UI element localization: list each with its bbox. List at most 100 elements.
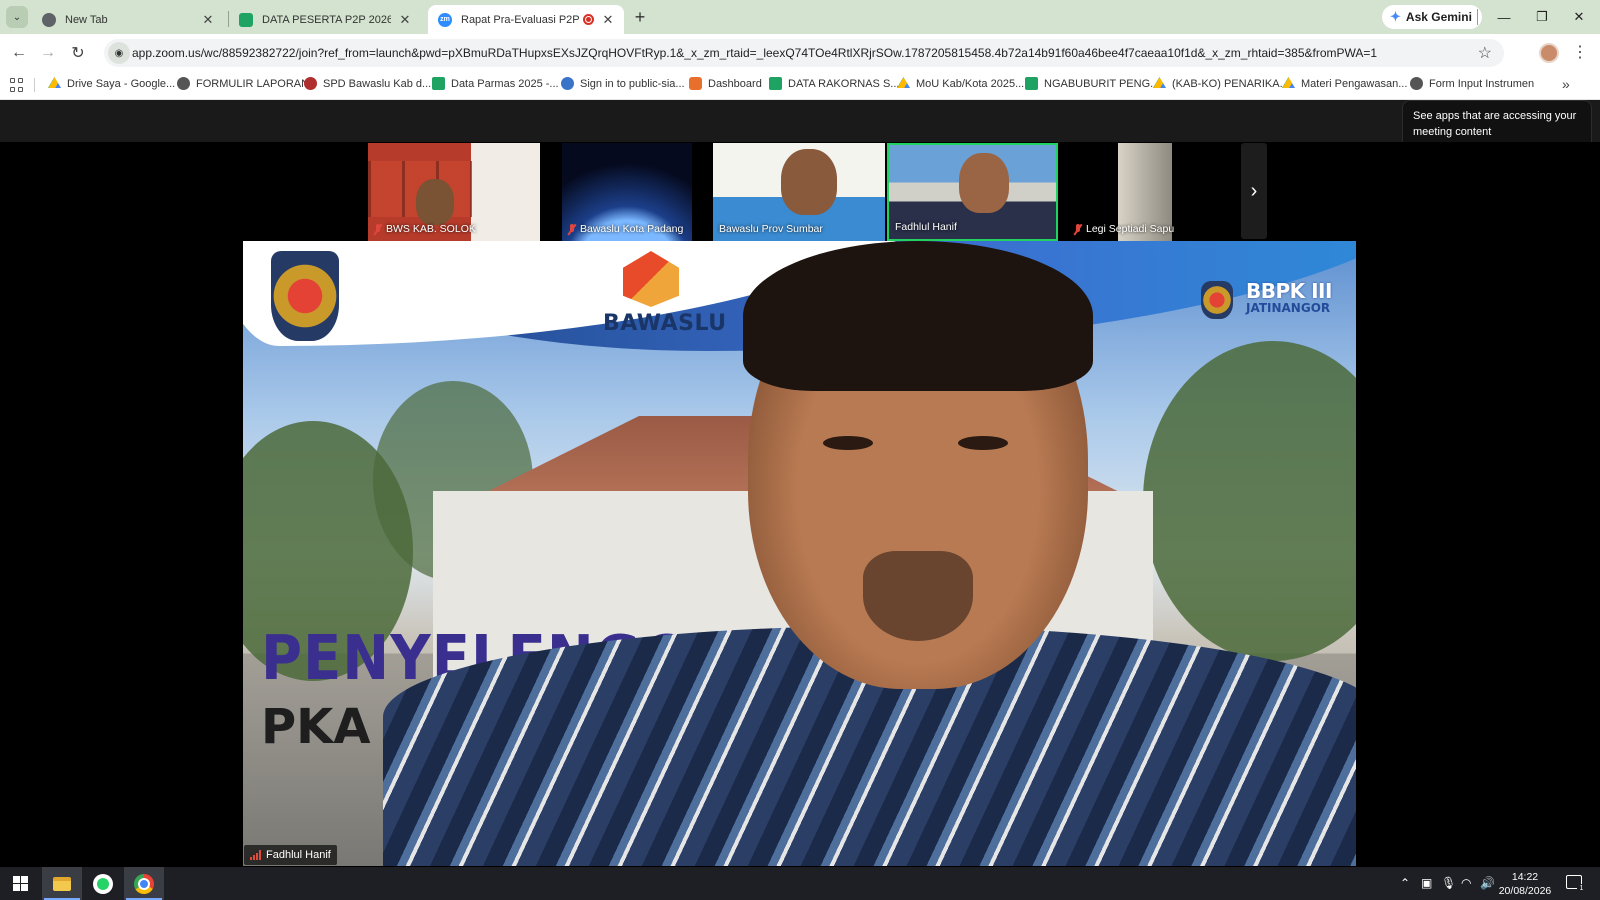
speaker-name-label: Fadhlul Hanif bbox=[266, 849, 331, 861]
forward-button[interactable]: → bbox=[36, 41, 60, 65]
file-explorer-button[interactable] bbox=[42, 867, 82, 900]
zoom-icon: zm bbox=[438, 12, 452, 27]
emblem-icon bbox=[1201, 281, 1233, 319]
chevron-right-icon: › bbox=[1250, 179, 1258, 202]
bookmark-item[interactable]: Sign in to public-sia... bbox=[561, 77, 685, 90]
apps-grid-icon[interactable] bbox=[10, 78, 24, 92]
bookmark-label: Sign in to public-sia... bbox=[580, 77, 685, 90]
site-icon bbox=[561, 77, 574, 90]
participant-tile[interactable]: BWS KAB. SOLOK bbox=[368, 143, 540, 241]
bookmark-item[interactable]: Drive Saya - Google... bbox=[48, 77, 175, 90]
bawaslu-logo-text: BAWASLU bbox=[603, 311, 727, 336]
close-icon[interactable]: ✕ bbox=[397, 12, 413, 28]
signal-strength-icon bbox=[250, 850, 261, 860]
browser-menu-icon[interactable]: ⋮ bbox=[1572, 42, 1588, 62]
participant-tile-active-speaker[interactable]: Fadhlul Hanif bbox=[887, 143, 1058, 241]
close-icon[interactable]: ✕ bbox=[600, 12, 616, 28]
profile-avatar[interactable] bbox=[1539, 43, 1559, 63]
bookmark-item[interactable]: DATA RAKORNAS S... bbox=[769, 77, 899, 90]
bookmark-label: Materi Pengawasan... bbox=[1301, 77, 1408, 90]
new-tab-button[interactable]: + bbox=[630, 7, 650, 27]
back-button[interactable]: ← bbox=[7, 41, 31, 65]
bookmark-label: FORMULIR LAPORAN bbox=[196, 77, 310, 90]
bookmark-star-icon[interactable]: ☆ bbox=[1478, 43, 1492, 63]
speaker-beard bbox=[863, 551, 973, 641]
chevron-down-icon: ⌄ bbox=[12, 11, 22, 23]
recording-indicator-icon bbox=[583, 14, 594, 25]
clock-date: 20/08/2026 bbox=[1498, 885, 1552, 897]
restore-button[interactable]: ❐ bbox=[1528, 6, 1556, 28]
garuda-emblem-icon bbox=[271, 251, 339, 341]
participant-name: Bawaslu Kota Padang bbox=[568, 223, 683, 235]
bookmark-item[interactable]: (KAB-KO) PENARIKA... bbox=[1153, 77, 1289, 90]
google-sheets-icon bbox=[769, 77, 782, 90]
globe-icon bbox=[1410, 77, 1423, 90]
chrome-icon bbox=[134, 873, 154, 894]
window-close-button[interactable]: ✕ bbox=[1565, 6, 1593, 28]
tab-search-button[interactable]: ⌄ bbox=[6, 6, 28, 28]
bookmark-item[interactable]: NGABUBURIT PENG... bbox=[1025, 77, 1159, 90]
tab-new-tab[interactable]: New Tab ✕ bbox=[32, 5, 224, 34]
bookmark-item[interactable]: Data Parmas 2025 -... bbox=[432, 77, 559, 90]
bookmark-label: Form Input Instrumen bbox=[1429, 77, 1535, 90]
arrow-left-icon: ← bbox=[11, 44, 27, 61]
tab-title: Rapat Pra-Evaluasi P2P Sum bbox=[461, 13, 579, 26]
close-icon[interactable]: ✕ bbox=[200, 12, 216, 28]
gallery-next-button[interactable]: › bbox=[1241, 143, 1267, 239]
url-text[interactable]: app.zoom.us/wc/88592382722/join?ref_from… bbox=[132, 46, 1452, 60]
wifi-icon[interactable]: ◠ bbox=[1461, 876, 1471, 890]
participant-tile[interactable]: Bawaslu Prov Sumbar bbox=[713, 143, 885, 241]
bookmark-label: Data Parmas 2025 -... bbox=[451, 77, 559, 90]
bookmark-item[interactable]: Form Input Instrumen bbox=[1410, 77, 1534, 90]
participant-tile[interactable]: Bawaslu Kota Padang bbox=[562, 143, 692, 241]
windows-taskbar: ⌃ ▣ 🎙 ◠ 🔊 14:22 20/08/2026 1 bbox=[0, 867, 1600, 900]
browser-toolbar: ← → ↻ ◉ app.zoom.us/wc/88592382722/join?… bbox=[0, 34, 1600, 70]
bookmark-label: MoU Kab/Kota 2025... bbox=[916, 77, 1025, 90]
bookmark-item[interactable]: MoU Kab/Kota 2025... bbox=[897, 77, 1024, 90]
bookmark-item[interactable]: FORMULIR LAPORAN bbox=[177, 77, 309, 90]
ask-gemini-button[interactable]: ✦ Ask Gemini bbox=[1382, 5, 1482, 29]
reload-icon: ↻ bbox=[71, 45, 85, 62]
address-bar[interactable]: ◉ app.zoom.us/wc/88592382722/join?ref_fr… bbox=[104, 39, 1504, 67]
gemini-sparkle-icon: ✦ bbox=[1390, 9, 1401, 24]
bookmark-item[interactable]: Dashboard bbox=[689, 77, 762, 90]
bookmark-label: Dashboard bbox=[708, 77, 762, 90]
microphone-icon[interactable]: 🎙 bbox=[1441, 876, 1456, 890]
active-speaker-name: Fadhlul Hanif bbox=[244, 845, 337, 865]
bookmark-item[interactable]: Materi Pengawasan... bbox=[1282, 77, 1407, 90]
chrome-taskbar-button[interactable] bbox=[124, 867, 164, 900]
active-speaker-video: BAWASLU BBPK III JATINANGOR PENYELENGGAR… bbox=[243, 241, 1356, 866]
site-info-icon[interactable]: ◉ bbox=[108, 42, 130, 64]
system-clock[interactable]: 14:22 20/08/2026 bbox=[1495, 870, 1555, 898]
notification-count: 1 bbox=[1577, 884, 1586, 893]
participant-name: Bawaslu Prov Sumbar bbox=[719, 223, 823, 235]
meet-now-icon[interactable]: ▣ bbox=[1421, 876, 1432, 890]
google-drive-icon bbox=[1153, 77, 1166, 89]
bbpk-logo: BBPK III JATINANGOR bbox=[1246, 279, 1342, 329]
participant-name: Fadhlul Hanif bbox=[895, 221, 957, 233]
google-drive-icon bbox=[1282, 77, 1295, 89]
bookmarks-overflow-icon[interactable]: » bbox=[1562, 76, 1570, 92]
whatsapp-button[interactable] bbox=[83, 867, 123, 900]
participant-tile[interactable]: Legi Septiadi Saputro bbox=[1068, 143, 1174, 241]
reload-button[interactable]: ↻ bbox=[66, 41, 90, 65]
bookmark-label: Drive Saya - Google... bbox=[67, 77, 176, 90]
speaker-icon[interactable]: 🔊 bbox=[1480, 876, 1495, 890]
mic-muted-icon bbox=[1074, 223, 1082, 235]
tab-data-peserta[interactable]: DATA PESERTA P2P 2026 SUMB ✕ bbox=[229, 5, 421, 34]
start-button[interactable] bbox=[0, 867, 40, 900]
bookmark-label: SPD Bawaslu Kab d... bbox=[323, 77, 432, 90]
participant-video bbox=[781, 149, 837, 215]
arrow-right-icon: → bbox=[40, 44, 56, 61]
participant-name: Legi Septiadi Saputro bbox=[1074, 223, 1174, 235]
mic-muted-icon bbox=[374, 223, 382, 235]
clock-time: 14:22 bbox=[1511, 871, 1539, 883]
bookmark-item[interactable]: SPD Bawaslu Kab d... bbox=[304, 77, 431, 90]
bookmarks-bar: Drive Saya - Google... FORMULIR LAPORAN … bbox=[0, 70, 1600, 100]
background-tree bbox=[1143, 341, 1356, 661]
minimize-button[interactable]: — bbox=[1490, 6, 1518, 28]
tab-zoom-meeting[interactable]: zm Rapat Pra-Evaluasi P2P Sum ✕ bbox=[428, 5, 624, 34]
participant-video bbox=[416, 179, 454, 225]
chevron-up-icon[interactable]: ⌃ bbox=[1400, 876, 1410, 890]
bbpk-logo-text: BBPK III bbox=[1246, 279, 1332, 303]
